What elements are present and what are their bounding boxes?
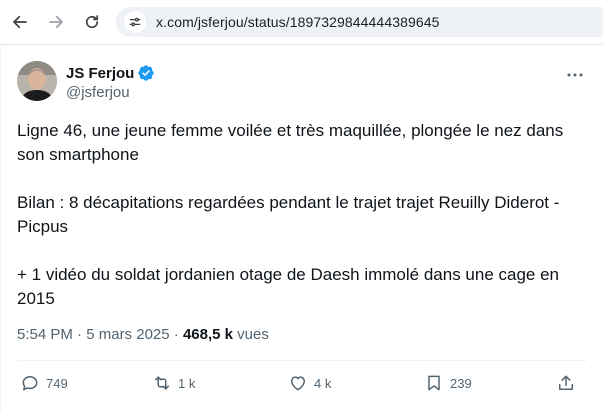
tweet-card: JS Ferjou @jsferjou Ligne 46, une jeune … (0, 44, 603, 412)
tweet-date[interactable]: 5 mars 2025 (86, 326, 169, 343)
reload-button[interactable] (78, 8, 106, 36)
like-button[interactable]: 4 k (288, 372, 331, 394)
bookmark-count: 239 (450, 375, 472, 391)
like-icon (291, 376, 305, 391)
address-bar[interactable]: x.com/jsferjou/status/189732984444438964… (116, 7, 603, 37)
bookmark-button[interactable]: 239 (424, 372, 472, 394)
repost-icon (155, 376, 169, 390)
share-icon (559, 375, 573, 390)
author-handle[interactable]: @jsferjou (66, 84, 130, 101)
share-button[interactable] (556, 372, 576, 394)
repost-button[interactable]: 1 k (152, 372, 195, 394)
verified-badge-icon (138, 65, 155, 81)
meta-separator: · (77, 326, 83, 343)
tweet-paragraph: + 1 vidéo du soldat jordanien otage de D… (17, 265, 560, 308)
reload-icon (85, 15, 99, 29)
tweet-paragraph: Bilan : 8 décapitations regardées pendan… (17, 193, 560, 236)
author-name-text[interactable]: JS Ferjou (66, 65, 134, 82)
reply-button[interactable]: 749 (20, 372, 68, 394)
site-info-button[interactable] (124, 11, 146, 33)
avatar-photo (17, 61, 57, 101)
tweet-paragraph: Ligne 46, une jeune femme voilée et très… (17, 121, 564, 164)
tweet-time[interactable]: 5:54 PM (17, 326, 73, 343)
site-settings-icon (129, 17, 141, 27)
reply-count: 749 (46, 375, 68, 391)
like-count: 4 k (314, 375, 332, 391)
forward-arrow-icon (49, 15, 63, 29)
url-text[interactable]: x.com/jsferjou/status/189732984444438964… (156, 14, 440, 30)
tweet-text: Ligne 46, une jeune femme voilée et très… (17, 119, 595, 311)
reply-icon (22, 376, 38, 391)
forward-button[interactable] (42, 8, 70, 36)
browser-toolbar: x.com/jsferjou/status/189732984444438964… (0, 0, 603, 45)
bookmark-icon (428, 375, 440, 391)
repost-count: 1 k (178, 375, 196, 391)
views-label: vues (237, 326, 269, 343)
more-icon (567, 73, 583, 77)
author-name[interactable]: JS Ferjou (66, 64, 155, 82)
meta-separator: · (173, 326, 179, 343)
avatar[interactable] (17, 61, 57, 101)
more-button[interactable] (562, 66, 588, 84)
tweet-meta: 5:54 PM · 5 mars 2025 · 468,5 k vues (17, 326, 269, 343)
views-count: 468,5 k (182, 326, 233, 343)
back-arrow-icon (13, 15, 27, 29)
divider (17, 360, 587, 361)
back-button[interactable] (6, 8, 34, 36)
